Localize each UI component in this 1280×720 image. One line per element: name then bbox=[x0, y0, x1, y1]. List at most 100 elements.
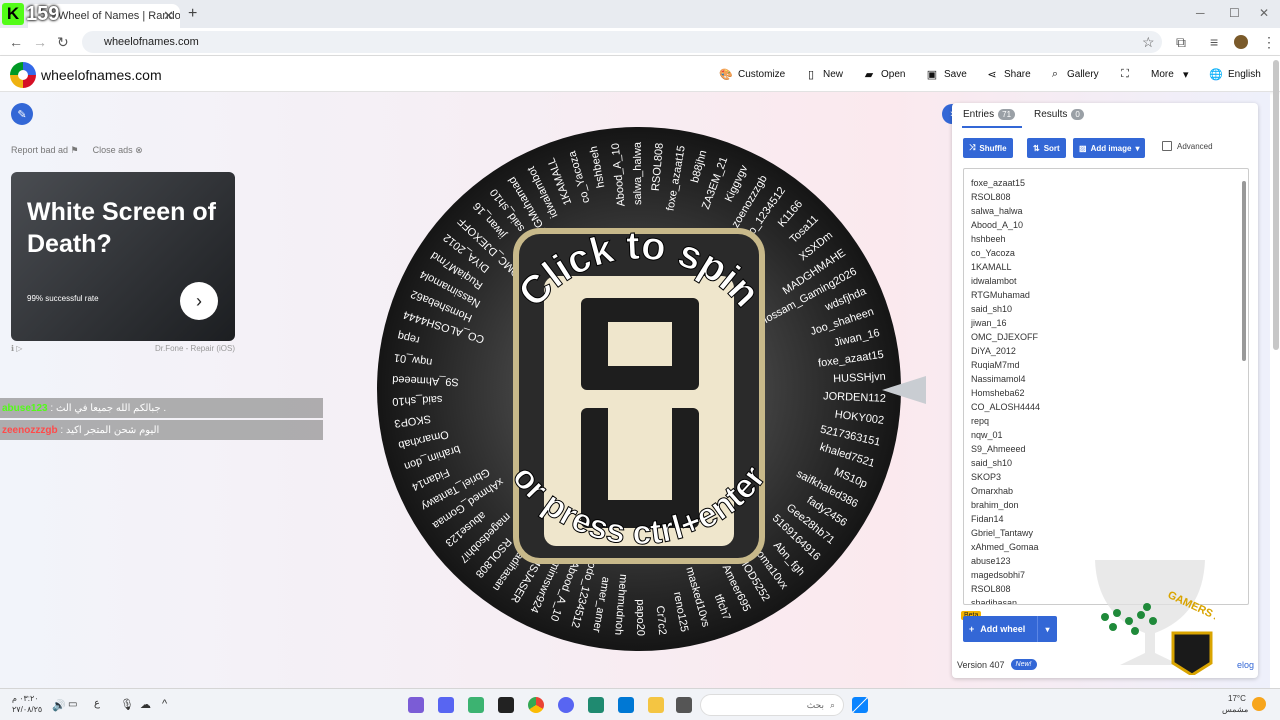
more-label: More bbox=[1151, 68, 1174, 80]
tab-results[interactable]: Results 0 bbox=[1034, 109, 1084, 120]
ad-links: Report bad ad ⚑ Close ads ⊗ bbox=[11, 145, 143, 156]
chrome-icon[interactable] bbox=[528, 697, 544, 713]
ad-arrow-icon[interactable]: › bbox=[180, 282, 218, 320]
spin-wheel[interactable]: foxe_azaat15 b88jhnZA3EM_21Kiggvgvzoenozz… bbox=[376, 126, 902, 652]
sort-icon: ⇅ bbox=[1033, 143, 1040, 153]
windows-start-icon[interactable] bbox=[852, 697, 868, 713]
share-label: Share bbox=[1004, 68, 1031, 80]
entries-count-badge: 71 bbox=[998, 109, 1016, 120]
open-label: Open bbox=[881, 68, 906, 80]
file-explorer-icon[interactable] bbox=[648, 697, 664, 713]
site-title[interactable]: wheelofnames.com bbox=[41, 67, 162, 83]
language-selector[interactable]: 🌐 English bbox=[1209, 68, 1261, 81]
bookmark-star-icon[interactable]: ☆ bbox=[1142, 34, 1155, 51]
wheel-segment-label: papo20 bbox=[634, 599, 646, 636]
taskbar-search[interactable]: بحث ⌕ bbox=[700, 694, 844, 716]
shuffle-button[interactable]: ⤨ Shuffle bbox=[963, 138, 1013, 158]
entry-line: co_Yacoza bbox=[971, 248, 1015, 258]
share-button[interactable]: ⋖ Share bbox=[986, 68, 1031, 81]
add-wheel-label: Add wheel bbox=[980, 624, 1026, 634]
shuffle-icon: ⤨ bbox=[969, 143, 976, 152]
app-icon[interactable] bbox=[676, 697, 692, 713]
new-tab-icon[interactable]: + bbox=[188, 5, 197, 23]
back-icon[interactable]: ← bbox=[9, 34, 23, 50]
lion-shield-icon bbox=[1171, 631, 1213, 675]
cloud-icon[interactable]: ☁ bbox=[140, 698, 151, 711]
wheel-segment-label: JORDEN112 bbox=[823, 390, 886, 404]
new-button[interactable]: ▯ New bbox=[805, 68, 843, 81]
forward-icon[interactable]: → bbox=[33, 34, 47, 50]
ad-headline: White Screen of Death? bbox=[27, 198, 216, 258]
app-icon[interactable] bbox=[498, 697, 514, 713]
sort-label: Sort bbox=[1043, 143, 1060, 153]
speaker-icon[interactable]: 🔊 bbox=[52, 699, 66, 712]
save-button[interactable]: ▣ Save bbox=[926, 68, 967, 81]
discord-icon[interactable] bbox=[558, 697, 574, 713]
app-icon[interactable] bbox=[588, 697, 604, 713]
network-icon[interactable]: ▭ bbox=[68, 699, 77, 710]
app-icon[interactable] bbox=[468, 697, 484, 713]
wheel-logo-icon[interactable] bbox=[10, 62, 36, 88]
page-scrollbar[interactable] bbox=[1273, 60, 1279, 350]
chat-message: zeenozzzgb : اليوم شحن المتجر اكيد bbox=[0, 420, 323, 440]
close-window-icon[interactable]: ✕ bbox=[1259, 6, 1269, 20]
entries-textarea[interactable]: foxe_azaat15 RSOL808 salwa_halwa Abood_A_10… bbox=[963, 168, 1249, 605]
ad-rate: 99% successful rate bbox=[27, 294, 99, 303]
url-input[interactable]: wheelofnames.com bbox=[82, 31, 1162, 53]
browser-menu-icon[interactable]: ⋮ bbox=[1262, 34, 1276, 51]
chat-message: abuse123 : جبالكم الله جميعا في الث . bbox=[0, 398, 323, 418]
ad-choices-icon[interactable]: ℹ ▷ bbox=[11, 344, 22, 353]
weather-temp: 17°C bbox=[1228, 694, 1246, 703]
add-image-button[interactable]: ▨ Add image ▾ bbox=[1073, 138, 1146, 158]
entry-line: 1KAMALL bbox=[971, 262, 1012, 272]
gamers-arena-overlay: GAMERS ARENA bbox=[1095, 560, 1215, 675]
sort-button[interactable]: ⇅ Sort bbox=[1027, 138, 1066, 158]
gallery-label: Gallery bbox=[1067, 68, 1099, 80]
wheel-segment-label: said_sh10 bbox=[392, 393, 443, 407]
results-count-badge: 0 bbox=[1071, 109, 1084, 120]
taskbar-date: ٢٧/٠٨/٢٥ bbox=[12, 705, 43, 714]
add-wheel-dropdown-icon[interactable]: ▾ bbox=[1037, 616, 1057, 642]
entry-line: Gbriel_Tantawy bbox=[971, 528, 1034, 538]
store-icon[interactable] bbox=[618, 697, 634, 713]
close-tab-icon[interactable]: ✕ bbox=[163, 8, 174, 24]
open-button[interactable]: ▰ Open bbox=[863, 68, 906, 81]
palette-icon: 🎨 bbox=[719, 68, 733, 81]
entry-line: brahim_don bbox=[971, 500, 1019, 510]
tab-entries[interactable]: Entries 71 bbox=[963, 109, 1016, 120]
ad-card[interactable]: White Screen of Death? 99% successful ra… bbox=[11, 172, 235, 341]
minimize-icon[interactable]: ─ bbox=[1196, 6, 1205, 20]
checkbox-box[interactable] bbox=[1162, 141, 1172, 151]
app-icon[interactable] bbox=[408, 697, 424, 713]
customize-button[interactable]: 🎨 Customize bbox=[719, 68, 785, 81]
profile-avatar[interactable] bbox=[1234, 35, 1248, 49]
more-menu[interactable]: More ▾ bbox=[1151, 68, 1192, 81]
caret-down-icon: ▾ bbox=[1183, 68, 1189, 81]
media-icon[interactable]: ≡ bbox=[1210, 34, 1218, 50]
microphone-icon[interactable]: 🎙 bbox=[120, 698, 134, 711]
edit-pencil-icon[interactable]: ✎ bbox=[11, 103, 33, 125]
viewer-counter: 159 bbox=[26, 2, 60, 25]
maximize-icon[interactable]: ☐ bbox=[1229, 6, 1240, 20]
entries-scrollbar[interactable] bbox=[1242, 181, 1246, 361]
gallery-button[interactable]: ⌕ Gallery bbox=[1049, 68, 1099, 80]
weather-sun-icon bbox=[1252, 697, 1266, 711]
input-language[interactable]: ع bbox=[94, 698, 100, 709]
extensions-icon[interactable]: ⧉ bbox=[1176, 34, 1186, 51]
search-icon: ⌕ bbox=[1051, 67, 1059, 80]
stream-overlay-badge: K 159 bbox=[2, 2, 70, 26]
show-hidden-icons[interactable]: ^ bbox=[162, 698, 167, 710]
entries-tab-label: Entries bbox=[963, 109, 995, 120]
entry-line: RuqiaM7md bbox=[971, 360, 1020, 370]
fullscreen-button[interactable]: ⛶ bbox=[1119, 68, 1131, 80]
reload-icon[interactable]: ↻ bbox=[57, 34, 69, 51]
entry-line: RTGMuhamad bbox=[971, 290, 1030, 300]
report-ad-link[interactable]: Report bad ad ⚑ bbox=[11, 145, 79, 156]
close-ads-link[interactable]: Close ads ⊗ bbox=[93, 145, 143, 156]
advanced-checkbox[interactable]: Advanced bbox=[1162, 141, 1213, 151]
changelog-link[interactable]: elog bbox=[1237, 660, 1254, 670]
kick-logo-icon: K bbox=[2, 3, 24, 25]
discord-icon[interactable] bbox=[438, 697, 454, 713]
browser-tab-strip: Wheel of Names | Random name picker ✕ K … bbox=[0, 0, 1280, 28]
add-wheel-button[interactable]: + Add wheel ▾ bbox=[963, 616, 1057, 642]
